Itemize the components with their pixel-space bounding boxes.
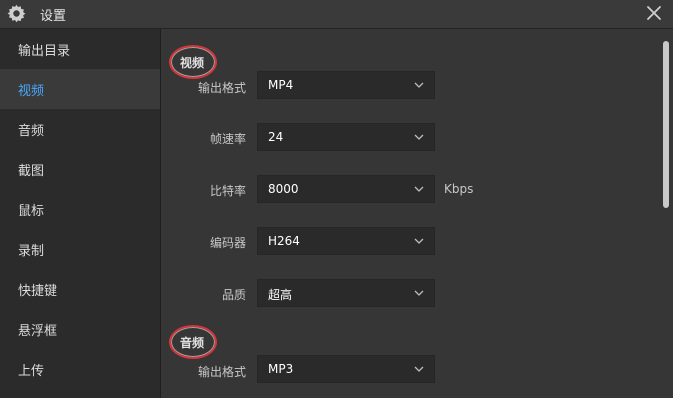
audio-format-label: 输出格式 [197,365,246,379]
video-quality-label: 品质 [221,288,246,302]
close-button[interactable] [642,2,666,24]
video-framerate-value: 24 [268,130,284,144]
chevron-down-icon [414,366,424,372]
sidebar-item-label: 上传 [18,364,45,379]
section-title-video: 视频 [180,56,205,70]
sidebar-item-video[interactable]: 视频 [0,69,160,109]
audio-format-value: MP3 [268,362,294,376]
sidebar-item-label: 输出目录 [18,44,71,59]
sidebar-item-label: 鼠标 [18,204,45,219]
chevron-down-icon [414,134,424,140]
video-format-select[interactable]: MP4 [257,71,435,99]
video-framerate-select[interactable]: 24 [257,123,435,151]
sidebar-item-mouse[interactable]: 鼠标 [0,189,160,229]
close-icon [647,6,661,20]
scrollbar-thumb[interactable] [663,41,669,208]
sidebar-item-upload[interactable]: 上传 [0,349,160,389]
sidebar-item-floating-box[interactable]: 悬浮框 [0,309,160,349]
chevron-down-icon [414,238,424,244]
video-encoder-label: 编码器 [209,236,246,250]
settings-window: 设置 输出目录 视频 音频 截图 鼠标 录制 快捷键 悬浮框 上传 视频 输出格… [0,0,673,398]
settings-panel: 视频 输出格式 MP4 帧速率 24 比特率 8000 Kbps 编码器 H26… [161,29,673,398]
section-title-audio: 音频 [180,336,205,350]
chevron-down-icon [414,290,424,296]
settings-sidebar: 输出目录 视频 音频 截图 鼠标 录制 快捷键 悬浮框 上传 [0,29,161,398]
sidebar-item-label: 音频 [18,124,45,139]
video-format-label: 输出格式 [197,81,246,95]
video-format-value: MP4 [268,78,294,92]
video-encoder-select[interactable]: H264 [257,227,435,255]
video-bitrate-value: 8000 [268,182,299,196]
sidebar-item-label: 录制 [18,244,45,259]
video-quality-value: 超高 [268,288,293,302]
video-quality-select[interactable]: 超高 [257,279,435,307]
sidebar-item-label: 视频 [18,84,45,99]
sidebar-item-output-dir[interactable]: 输出目录 [0,29,160,69]
video-bitrate-label: 比特率 [209,184,246,198]
window-title: 设置 [40,9,67,24]
chevron-down-icon [414,82,424,88]
sidebar-item-label: 悬浮框 [18,324,58,339]
gear-icon [7,4,26,23]
sidebar-item-label: 快捷键 [18,284,58,299]
video-encoder-value: H264 [268,234,300,248]
sidebar-item-screenshot[interactable]: 截图 [0,149,160,189]
video-framerate-label: 帧速率 [209,132,246,146]
video-bitrate-select[interactable]: 8000 [257,175,435,203]
sidebar-item-hotkeys[interactable]: 快捷键 [0,269,160,309]
sidebar-item-record[interactable]: 录制 [0,229,160,269]
chevron-down-icon [414,186,424,192]
sidebar-item-audio[interactable]: 音频 [0,109,160,149]
title-bar: 设置 [0,0,673,29]
audio-format-select[interactable]: MP3 [257,355,435,383]
bitrate-unit: Kbps [444,182,474,196]
sidebar-item-label: 截图 [18,164,45,179]
